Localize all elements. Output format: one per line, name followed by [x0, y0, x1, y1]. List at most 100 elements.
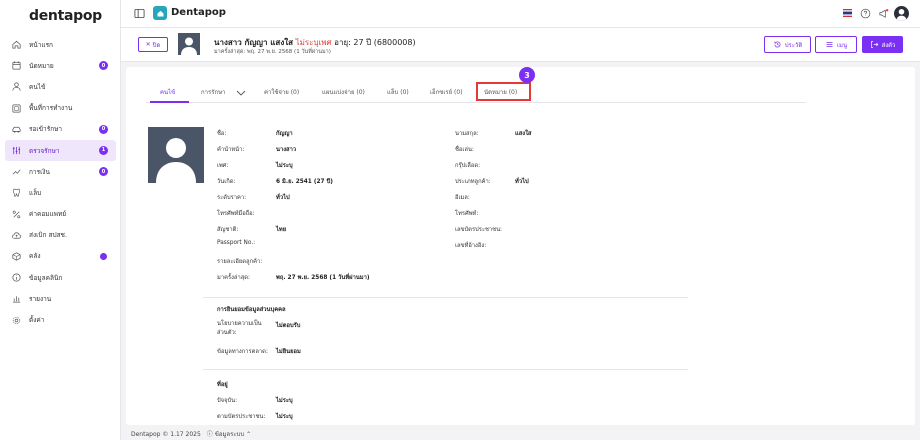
send-label: ส่งตัว [881, 41, 896, 49]
notification-dot [100, 252, 107, 260]
sidebar-item-clinic-info[interactable]: ข้อมูลคลินิก [5, 267, 116, 288]
address-section-title: ที่อยู่ [217, 382, 228, 388]
calendar-icon [12, 61, 21, 70]
sidebar-item-patients[interactable]: คนไข้ [5, 76, 116, 97]
patient-photo [148, 127, 204, 183]
sidebar-item-appointments[interactable]: นัดหมาย 0 [5, 55, 116, 76]
consent-section-title: การยินยอมข้อมูลส่วนบุคคล [217, 307, 286, 313]
sidebar-item-label: พื้นที่การทำงาน [29, 104, 73, 113]
sidebar-item-treatment[interactable]: ตรวจรักษา 1 [5, 139, 116, 162]
active-tab-indicator [150, 101, 189, 103]
send-button[interactable]: ส่งตัว [862, 36, 903, 53]
info-label: มาครั้งล่าสุด: [217, 275, 250, 281]
send-arrow-icon [870, 41, 878, 48]
sidebar-item-inventory[interactable]: คลัง [5, 246, 116, 267]
info-label: คำนำหน้า: [217, 147, 245, 153]
tab-highlight-box [476, 82, 531, 101]
tab-treatment[interactable]: การรักษา [201, 87, 246, 97]
system-info-link[interactable]: ⓘ ข้อมูลระบบ ⌃ [207, 429, 251, 439]
patient-name: นางสาว กัญญา แสงใส [214, 38, 294, 47]
info-value: ไทย [276, 227, 287, 233]
address-value: ไม่ระบุ [276, 414, 293, 420]
sidebar-item-nhso[interactable]: ส่งเบิก สปสช. [5, 225, 116, 246]
info-value: ทั่วไป [276, 195, 290, 201]
home-icon [12, 40, 21, 49]
info-label: เลขที่อ้างอิง: [455, 243, 487, 249]
patient-header: ✕ ปิด นางสาว กัญญา แสงใส ไม่ระบุเพศ อายุ… [121, 28, 920, 62]
sidebar-item-label: ค่าคอมแพทย์ [29, 210, 67, 219]
car-icon [12, 126, 21, 133]
consent-label: นโยบายความเป็นส่วนตัว: [217, 321, 262, 336]
sidebar-item-waiting[interactable]: รอเข้ารักษา 0 [5, 119, 116, 140]
history-label: ประวัติ [784, 41, 803, 49]
sidebar-item-settings[interactable]: ตั้งค่า [5, 309, 116, 330]
sidebar-item-finance[interactable]: การเงิน 0 [5, 161, 116, 182]
copyright-text: Dentapop © 1.17 2025 [131, 430, 201, 438]
info-label: อีเมล: [455, 195, 470, 201]
consent-value: ไม่ตอบรับ [276, 323, 301, 329]
sidebar-toggle-icon[interactable] [134, 8, 145, 19]
info-value: ไม่ระบุ [276, 163, 293, 169]
info-label: เลขบัตรประชาชน: [455, 227, 503, 233]
sidebar-item-reports[interactable]: รายงาน [5, 288, 116, 309]
sidebar-item-label: รอเข้ารักษา [29, 125, 63, 134]
count-badge: 0 [99, 124, 108, 134]
help-icon[interactable] [860, 8, 871, 19]
step-badge: 3 [519, 67, 535, 83]
patient-age: อายุ: 27 ปี (6800008) [334, 38, 416, 47]
sidebar-item-commission[interactable]: ค่าคอมแพทย์ [5, 204, 116, 225]
close-icon: ✕ [145, 41, 151, 48]
tab-xray[interactable]: เอ็กซเรย์ (0) [430, 87, 463, 97]
sidebar-item-label: ตรวจรักษา [29, 146, 60, 155]
info-value: พฤ. 27 พ.ย. 2568 (1 วันที่ผ่านมา) [276, 275, 370, 281]
clinic-home-icon[interactable] [153, 6, 167, 20]
tab-expenses[interactable]: ค่าใช้จ่าย (0) [264, 87, 299, 97]
address-label: ปัจจุบัน: [217, 398, 238, 404]
user-icon [12, 82, 21, 92]
close-button[interactable]: ✕ ปิด [138, 37, 168, 52]
system-info-label: ข้อมูลระบบ [214, 431, 245, 438]
treatment-icon [12, 146, 21, 155]
sidebar-item-home[interactable]: หน้าแรก [5, 34, 116, 55]
section-divider [203, 297, 688, 298]
count-badge: 0 [99, 61, 108, 71]
info-value: กัญญา [276, 131, 293, 137]
menu-button[interactable]: เมนู [815, 36, 857, 53]
info-value: นางสาว [276, 147, 297, 153]
announcement-icon[interactable] [878, 8, 889, 19]
consent-value: ไม่ยินยอม [276, 349, 301, 355]
patient-last-visit: มาครั้งล่าสุด: พฤ. 27 พ.ย. 2568 (1 วันที… [214, 49, 331, 55]
sidebar-item-workspace[interactable]: พื้นที่การทำงาน [5, 98, 116, 119]
tab-patient[interactable]: คนไข้ [160, 87, 175, 97]
gear-icon [12, 316, 21, 324]
history-icon [774, 41, 781, 48]
chevron-up-icon: ⌃ [246, 431, 252, 438]
thai-flag-icon[interactable] [843, 9, 852, 17]
info-label: วันเกิด: [217, 179, 236, 185]
sidebar-nav: หน้าแรก นัดหมาย 0 คนไข้ พื้นที่การทำงาน … [5, 34, 116, 331]
user-avatar[interactable] [894, 6, 909, 21]
sidebar-item-label: ข้อมูลคลินิก [29, 273, 63, 282]
footer: Dentapop © 1.17 2025 ⓘ ข้อมูลระบบ ⌃ [131, 429, 251, 439]
consent-label: ข้อมูลทางการตลาด: [217, 349, 268, 355]
sidebar-item-label: คลัง [29, 252, 41, 261]
info-label: โทรศัพท์มือถือ: [217, 211, 255, 217]
close-label: ปิด [152, 41, 161, 49]
info-label: ระดับราคา: [217, 195, 247, 201]
dentapop-logo[interactable]: dentapop [29, 8, 102, 24]
menu-label: เมนู [836, 41, 848, 49]
tooth-icon [12, 189, 21, 197]
sidebar-item-lab[interactable]: แล็บ [5, 182, 116, 203]
history-button[interactable]: ประวัติ [764, 36, 811, 53]
count-badge: 0 [99, 167, 108, 177]
patient-avatar [178, 33, 200, 55]
app-title: Dentapop [171, 7, 226, 18]
patient-detail-card: คนไข้ การรักษา ค่าใช้จ่าย (0) แผนแบ่งจ่า… [126, 67, 915, 425]
tab-lab[interactable]: แล็บ (0) [387, 87, 409, 97]
tab-installment-plan[interactable]: แผนแบ่งจ่าย (0) [322, 87, 365, 97]
chevron-down-icon [237, 90, 246, 96]
report-icon [12, 296, 21, 303]
info-icon: ⓘ [206, 431, 213, 438]
topbar: Dentapop [121, 0, 920, 28]
info-label: ชื่อเล่น: [455, 147, 474, 153]
